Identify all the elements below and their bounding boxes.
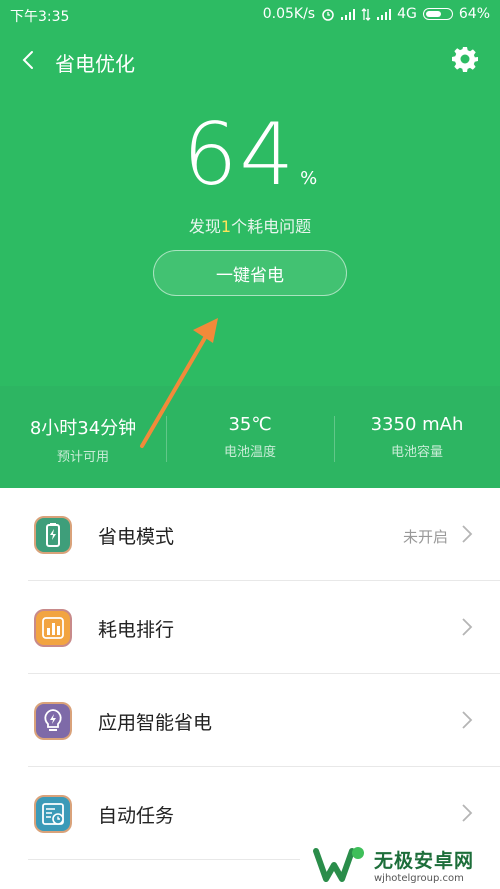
bulb-icon <box>34 702 72 740</box>
list-item-label: 应用智能省电 <box>98 712 213 734</box>
list-item-power-ranking[interactable]: 耗电排行 <box>0 581 500 674</box>
battery-stats: 8小时34分钟 预计可用 35℃ 电池温度 3350 mAh 电池容量 <box>0 386 500 488</box>
list-item-app-smart-saving[interactable]: 应用智能省电 <box>0 674 500 767</box>
task-clock-icon <box>34 795 72 833</box>
one-click-optimize-button[interactable]: 一键省电 <box>153 250 347 296</box>
settings-list: 省电模式 未开启 耗电排行 应用智能省电 自动任务 <box>0 488 500 860</box>
list-item-label: 耗电排行 <box>98 619 175 641</box>
stat-value: 35℃ <box>228 414 272 435</box>
list-item-power-saving-mode[interactable]: 省电模式 未开启 <box>0 488 500 581</box>
watermark: 无极安卓网 wjhotelgroup.com <box>300 840 500 889</box>
data-transfer-icon <box>361 7 371 21</box>
issues-prefix: 发现 <box>188 217 221 236</box>
battery-percent-value: 64 <box>182 105 297 205</box>
issues-count: 1 <box>220 217 232 236</box>
stat-label: 预计可用 <box>56 450 109 465</box>
network-speed: 0.05K/s <box>262 6 316 22</box>
stat-capacity: 3350 mAh 电池容量 <box>334 414 500 460</box>
watermark-url: wjhotelgroup.com <box>374 872 464 884</box>
issues-text: 发现1个耗电问题 <box>0 213 500 237</box>
page-title: 省电优化 <box>55 52 135 76</box>
chevron-right-icon <box>462 525 473 543</box>
status-time: 下午3:35 <box>10 9 70 25</box>
battery-text: 64% <box>458 6 490 22</box>
battery-fill <box>425 11 441 17</box>
stat-label: 电池温度 <box>223 445 276 460</box>
app-header: 省电优化 <box>0 40 500 80</box>
stat-label: 电池容量 <box>390 445 443 460</box>
stat-value: 3350 mAh <box>370 414 464 435</box>
list-item-label: 省电模式 <box>98 526 175 548</box>
bar-chart-icon <box>34 609 72 647</box>
list-item-label: 自动任务 <box>98 805 175 827</box>
chevron-right-icon <box>462 711 473 729</box>
stat-remaining-time: 8小时34分钟 预计可用 <box>0 414 166 465</box>
battery-percent-unit: % <box>300 168 318 189</box>
network-type: 4G <box>397 6 417 22</box>
issues-suffix: 个耗电问题 <box>231 217 312 236</box>
stat-temperature: 35℃ 电池温度 <box>167 414 333 460</box>
watermark-logo-icon <box>313 846 364 882</box>
status-bar: 下午3:35 0.05K/s 4G 64% <box>0 0 500 30</box>
back-button[interactable] <box>18 46 38 74</box>
watermark-title: 无极安卓网 <box>374 849 475 872</box>
status-right: 0.05K/s 4G 64% <box>263 6 490 22</box>
chevron-left-icon <box>22 51 33 69</box>
gear-icon <box>452 47 478 72</box>
battery-icon <box>422 8 453 20</box>
chevron-right-icon <box>462 618 473 636</box>
battery-mode-icon <box>34 516 72 554</box>
watermark-text: 无极安卓网 wjhotelgroup.com <box>374 846 474 884</box>
signal-icon <box>341 8 356 20</box>
stat-value: 8小时34分钟 <box>29 418 137 439</box>
list-item-status: 未开启 <box>402 528 448 546</box>
signal-icon-2 <box>377 8 392 20</box>
battery-percent-display: 64% <box>0 105 500 205</box>
settings-button[interactable] <box>452 46 478 72</box>
alarm-icon <box>322 9 334 21</box>
chevron-right-icon <box>462 804 473 822</box>
